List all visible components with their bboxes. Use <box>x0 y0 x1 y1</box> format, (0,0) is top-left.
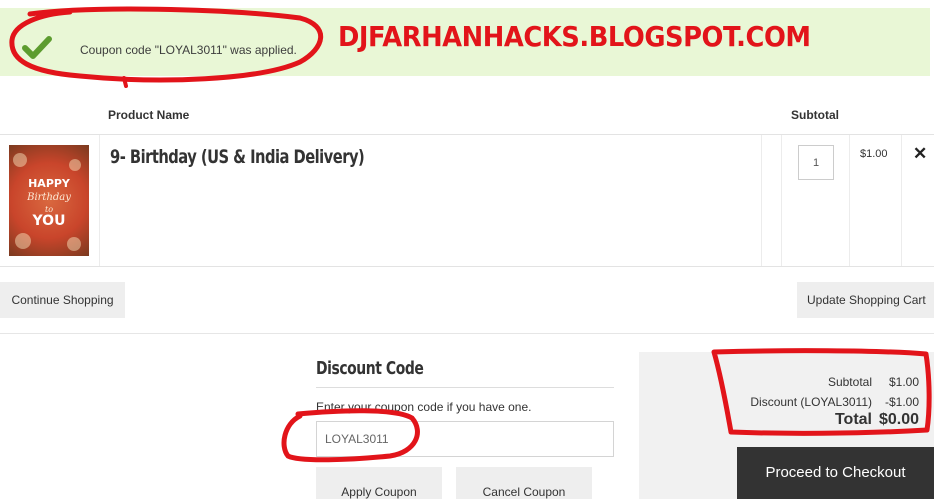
grand-total-value: $0.00 <box>878 411 919 428</box>
apply-coupon-button[interactable]: Apply Coupon <box>316 467 442 499</box>
item-subtotal: $1.00 <box>860 148 888 160</box>
column-header-product-name: Product Name <box>108 108 190 122</box>
cell-divider <box>781 135 782 266</box>
bokeh-decoration <box>67 237 81 251</box>
table-divider <box>0 134 934 135</box>
bokeh-decoration <box>15 233 31 249</box>
quantity-input[interactable] <box>798 145 834 180</box>
cell-divider <box>761 135 762 266</box>
bokeh-decoration <box>69 159 81 171</box>
continue-shopping-button[interactable]: Continue Shopping <box>0 282 125 318</box>
coupon-applied-message: Coupon code "LOYAL3011" was applied. <box>80 43 297 57</box>
cell-divider <box>849 135 850 266</box>
checkmark-icon <box>22 36 52 59</box>
subtotal-label: Subtotal <box>827 375 872 389</box>
subtotal-value: $1.00 <box>888 375 919 389</box>
cell-divider <box>901 135 902 266</box>
table-divider <box>0 266 934 267</box>
discount-label: Discount (LOYAL3011) <box>750 395 872 409</box>
discount-value: -$1.00 <box>884 395 919 409</box>
thumbnail-text-line: HAPPY <box>28 177 70 190</box>
grand-total-label: Total <box>834 411 872 428</box>
annotation-tick <box>122 76 128 88</box>
section-divider <box>0 333 934 334</box>
discount-help-text: Enter your coupon code if you have one. <box>316 400 532 414</box>
title-underline <box>316 387 614 388</box>
update-shopping-cart-button[interactable]: Update Shopping Cart <box>797 282 934 318</box>
thumbnail-text-line: YOU <box>32 213 66 229</box>
cell-divider <box>99 135 100 266</box>
bokeh-decoration <box>13 153 27 167</box>
coupon-code-input[interactable] <box>316 421 614 457</box>
discount-code-title: Discount Code <box>316 358 424 379</box>
cancel-coupon-button[interactable]: Cancel Coupon <box>456 467 592 499</box>
product-thumbnail[interactable]: HAPPY Birthday to YOU <box>9 145 89 256</box>
proceed-to-checkout-button[interactable]: Proceed to Checkout <box>737 447 934 499</box>
column-header-subtotal: Subtotal <box>791 108 839 122</box>
product-name-link[interactable]: 9- Birthday (US & India Delivery) <box>110 146 365 168</box>
thumbnail-text-line: Birthday <box>27 192 71 203</box>
watermark-text: DJFARHANHACKS.BLOGSPOT.COM <box>338 20 811 53</box>
close-icon[interactable]: ✕ <box>913 144 927 164</box>
